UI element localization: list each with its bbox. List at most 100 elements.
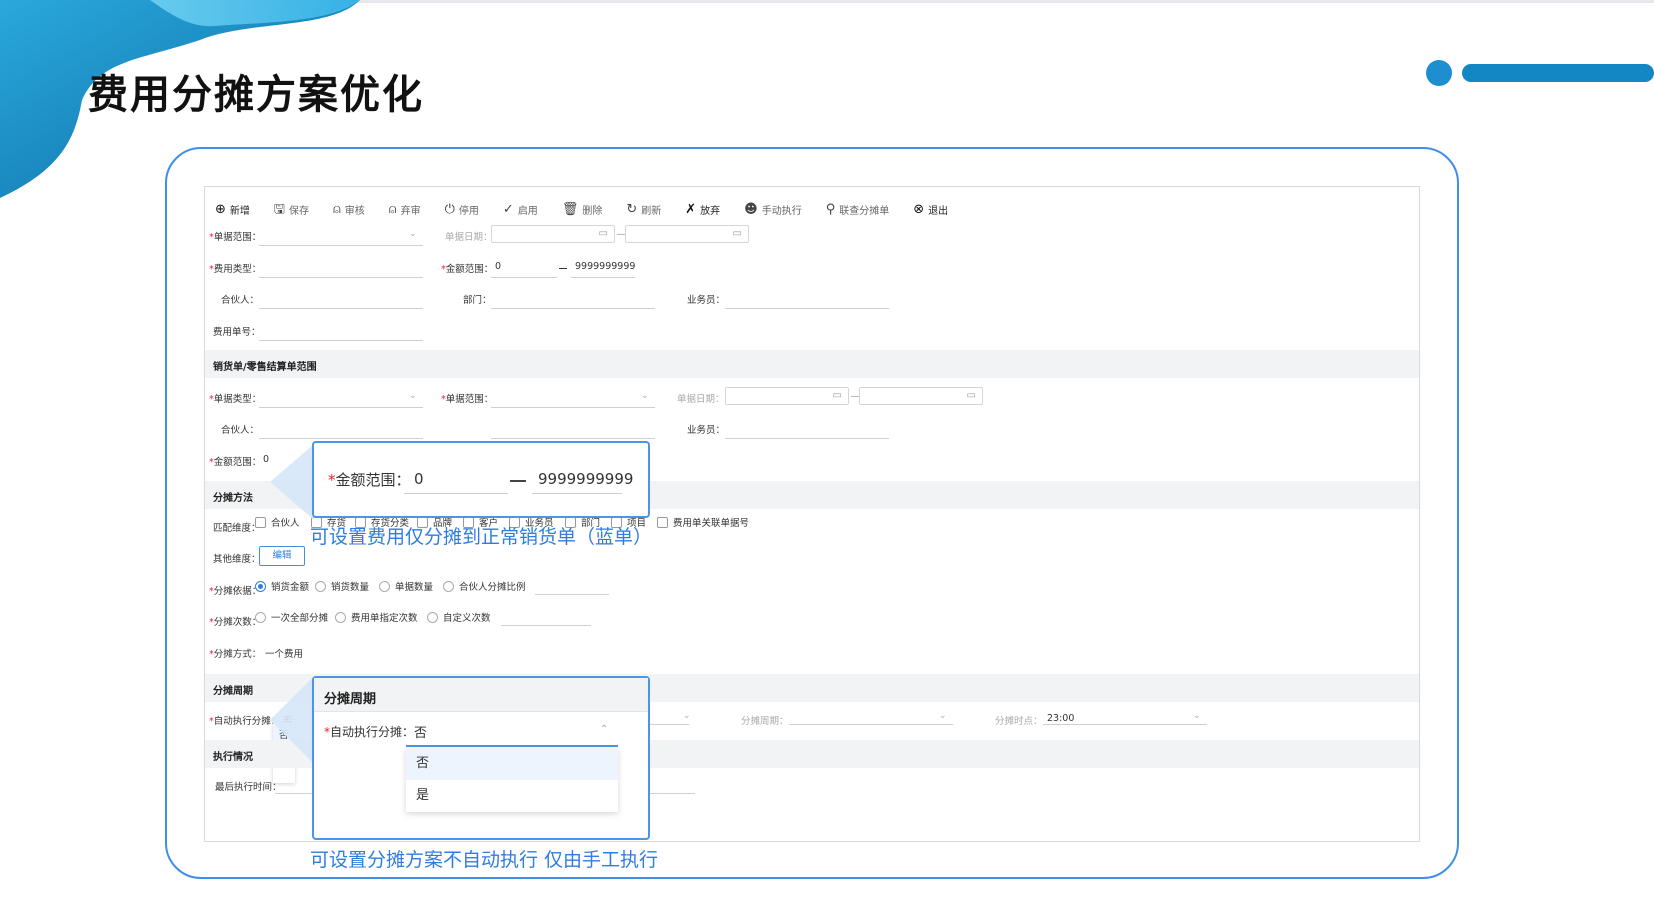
expense-no-label: 费用单号： bbox=[213, 327, 261, 338]
callout-amount-from[interactable]: 0 bbox=[414, 470, 424, 488]
sales-doc-range-select[interactable] bbox=[491, 407, 655, 408]
basis-opts-item[interactable]: 合伙人分摊比例 bbox=[443, 579, 526, 593]
basis-opts-item[interactable]: 销货数量 bbox=[315, 579, 369, 593]
doc-range-select[interactable] bbox=[259, 245, 423, 246]
toolbar-button-0[interactable]: ⊕ 新增 bbox=[215, 199, 250, 219]
time-value[interactable]: 23:00 bbox=[1047, 713, 1074, 724]
refresh-icon: ↻ bbox=[626, 201, 638, 217]
radio-icon[interactable] bbox=[255, 580, 266, 592]
amount-from-value[interactable]: 0 bbox=[495, 261, 501, 272]
toolbar-label: 弃审 bbox=[400, 205, 421, 217]
sales-amount-from[interactable]: 0 bbox=[263, 454, 269, 465]
amount-from-field[interactable] bbox=[491, 277, 557, 278]
user-audit-icon: ⍝ bbox=[332, 201, 341, 217]
count-opts-item[interactable]: 自定义次数 bbox=[427, 610, 491, 624]
sales-amount-range-label: *金额范围： bbox=[209, 457, 262, 468]
time-select[interactable] bbox=[1043, 724, 1207, 725]
chevron-down-icon: ⌄ bbox=[683, 711, 691, 721]
doc-date-label: 单据日期： bbox=[445, 232, 493, 243]
toolbar-label: 刷新 bbox=[641, 205, 662, 217]
callout-pointer bbox=[270, 444, 314, 520]
callout-amount-to[interactable]: 9999999999 bbox=[538, 470, 633, 488]
sales-partner-field[interactable] bbox=[259, 438, 423, 439]
doc-date-end[interactable]: ▭ bbox=[625, 225, 749, 243]
sales-salesman-field[interactable] bbox=[725, 438, 889, 439]
toolbar-label: 新增 bbox=[229, 205, 250, 217]
toolbar-label: 删除 bbox=[582, 205, 603, 217]
radio-icon[interactable] bbox=[443, 580, 454, 592]
doc-range-label: *单据范围： bbox=[209, 232, 262, 243]
toolbar-button-1[interactable]: 🖫 保存 bbox=[274, 199, 309, 219]
match-dimension-label: 匹配维度： bbox=[213, 523, 261, 534]
checkbox-icon[interactable] bbox=[657, 516, 668, 528]
basis-opts-item[interactable]: 销货金额 bbox=[255, 579, 309, 593]
callout-auto-exec-value[interactable]: 否 bbox=[414, 722, 427, 741]
callout-option-no[interactable]: 否 bbox=[406, 748, 618, 780]
partner-ratio-field[interactable] bbox=[535, 594, 609, 595]
callout-period-title: 分摊周期 bbox=[324, 692, 377, 707]
toolbar-button-6[interactable]: 🗑 删除 bbox=[562, 199, 603, 219]
toolbar-label: 手动执行 bbox=[761, 205, 802, 217]
toolbar-button-2[interactable]: ⍝ 审核 bbox=[333, 199, 365, 219]
sales-doc-type-select[interactable] bbox=[259, 407, 423, 408]
radio-icon[interactable] bbox=[255, 611, 266, 623]
toolbar-button-3[interactable]: ⍝ 弃审 bbox=[389, 199, 421, 219]
toolbar-label: 停用 bbox=[458, 205, 479, 217]
sales-partner-label: 合伙人： bbox=[221, 425, 260, 436]
toolbar-button-8[interactable]: ✗ 放弃 bbox=[685, 199, 720, 219]
callout-dropdown: 否 是 bbox=[406, 748, 618, 812]
amount-range-label: *金额范围： bbox=[441, 264, 494, 275]
plus-circle-icon: ⊕ bbox=[215, 201, 226, 217]
sales-doc-date-start[interactable]: ▭ bbox=[725, 387, 849, 405]
callout-period-note: 可设置分摊方案不自动执行 仅由手工执行 bbox=[310, 849, 659, 871]
time-label: 分摊时点： bbox=[995, 716, 1043, 727]
checkbox-icon[interactable] bbox=[255, 516, 266, 528]
trash-icon: 🗑 bbox=[561, 201, 579, 217]
sales-salesman-label: 业务员： bbox=[687, 425, 726, 436]
edit-button[interactable]: 编辑 bbox=[259, 546, 305, 566]
toolbar-button-10[interactable]: ⚲ 联查分摊单 bbox=[826, 199, 890, 219]
expense-type-field[interactable] bbox=[259, 277, 423, 278]
callout-amount-note: 可设置费用仅分摊到正常销货单（蓝单） bbox=[310, 526, 653, 548]
sales-doc-type-label: *单据类型： bbox=[209, 394, 262, 405]
manual-run-icon: ☻ bbox=[744, 201, 758, 217]
sales-dept-field[interactable] bbox=[491, 438, 655, 439]
toolbar-button-5[interactable]: ✓ 启用 bbox=[503, 199, 538, 219]
basis-opts-item[interactable]: 单据数量 bbox=[379, 579, 433, 593]
dept-field[interactable] bbox=[491, 308, 655, 309]
callout-option-yes[interactable]: 是 bbox=[406, 780, 618, 812]
amount-separator bbox=[559, 268, 567, 269]
custom-count-field[interactable] bbox=[501, 625, 591, 626]
chevron-down-icon: ⌄ bbox=[641, 391, 649, 401]
match-opts-item[interactable]: 费用单关联单据号 bbox=[657, 515, 749, 529]
radio-icon[interactable] bbox=[379, 580, 390, 592]
toolbar-button-7[interactable]: ↻ 刷新 bbox=[626, 199, 661, 219]
doc-date-start[interactable]: ▭ bbox=[491, 225, 615, 243]
radio-icon[interactable] bbox=[335, 611, 346, 623]
salesman-field[interactable] bbox=[725, 308, 889, 309]
option-label: 费用单关联单据号 bbox=[673, 518, 750, 529]
expense-no-field[interactable] bbox=[259, 340, 423, 341]
cycle-select[interactable] bbox=[789, 724, 953, 725]
toolbar-button-9[interactable]: ☻ 手动执行 bbox=[744, 199, 802, 219]
toolbar-button-4[interactable]: ⏻ 停用 bbox=[445, 199, 479, 219]
calendar-icon: ▭ bbox=[832, 390, 842, 401]
amount-to-value[interactable]: 9999999999 bbox=[575, 261, 635, 272]
mode-value[interactable]: 一个费用 bbox=[265, 646, 303, 660]
option-label: 销货金额 bbox=[271, 582, 310, 593]
count-opts-item[interactable]: 费用单指定次数 bbox=[335, 610, 418, 624]
amount-to-field[interactable] bbox=[571, 277, 635, 278]
callout-pointer bbox=[270, 676, 314, 764]
sales-doc-date-end[interactable]: ▭ bbox=[859, 387, 983, 405]
slide: 费用分摊方案优化 ⊕ 新增 🖫 保存 ⍝ 审核 ⍝ 弃审 ⏻ 停用 ✓ 启用 🗑 删除 ↻ 刷新 ✗ 放弃 ☻ 手动执… bbox=[0, 0, 1654, 908]
radio-icon[interactable] bbox=[427, 611, 438, 623]
radio-icon[interactable] bbox=[315, 580, 326, 592]
count-opts-item[interactable]: 一次全部分摊 bbox=[255, 610, 328, 624]
toolbar-label: 启用 bbox=[517, 205, 538, 217]
check-circle-icon: ✓ bbox=[502, 201, 514, 217]
partner-field[interactable] bbox=[259, 308, 423, 309]
period-callout: 分摊周期 *自动执行分摊： 否 ⌃ 否 是 bbox=[312, 676, 650, 840]
chevron-down-icon: ⌄ bbox=[409, 391, 417, 401]
partner-label: 合伙人： bbox=[221, 295, 260, 306]
toolbar-button-11[interactable]: ⊗ 退出 bbox=[913, 199, 948, 219]
